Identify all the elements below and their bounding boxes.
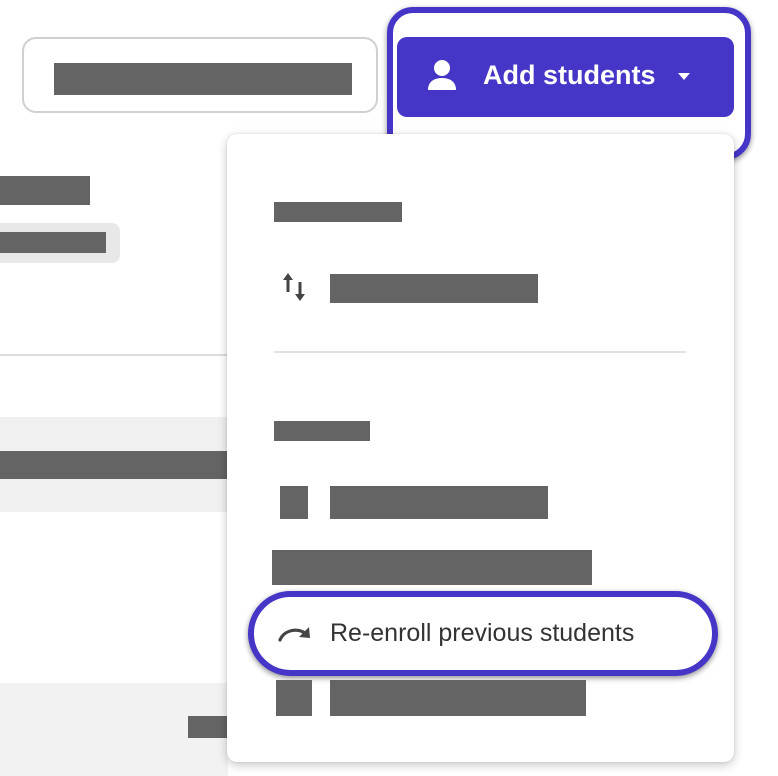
menu-item-icon [280,486,308,519]
menu-item-label[interactable] [330,486,548,519]
menu-item-label[interactable] [330,274,538,303]
menu-section-heading [274,421,370,441]
divider [0,354,228,356]
swap-vertical-icon [283,273,305,301]
redacted-search-text [54,63,352,95]
menu-item[interactable] [272,550,592,585]
add-students-label: Add students [483,60,656,90]
add-students-button[interactable]: Add students [397,37,734,117]
reenroll-label: Re-enroll previous students [330,619,635,647]
search-input[interactable] [22,37,378,113]
menu-item-icon [276,680,312,716]
menu-divider [274,351,686,353]
redacted-row-text [188,716,228,738]
redacted-label [0,176,90,205]
redo-arrow-icon [278,627,310,642]
redacted-pill-text [0,232,106,253]
redacted-row-text [0,451,228,479]
menu-section-heading [274,202,402,222]
person-icon [428,60,456,90]
menu-item-label[interactable] [330,680,586,716]
caret-down-icon [678,73,690,80]
